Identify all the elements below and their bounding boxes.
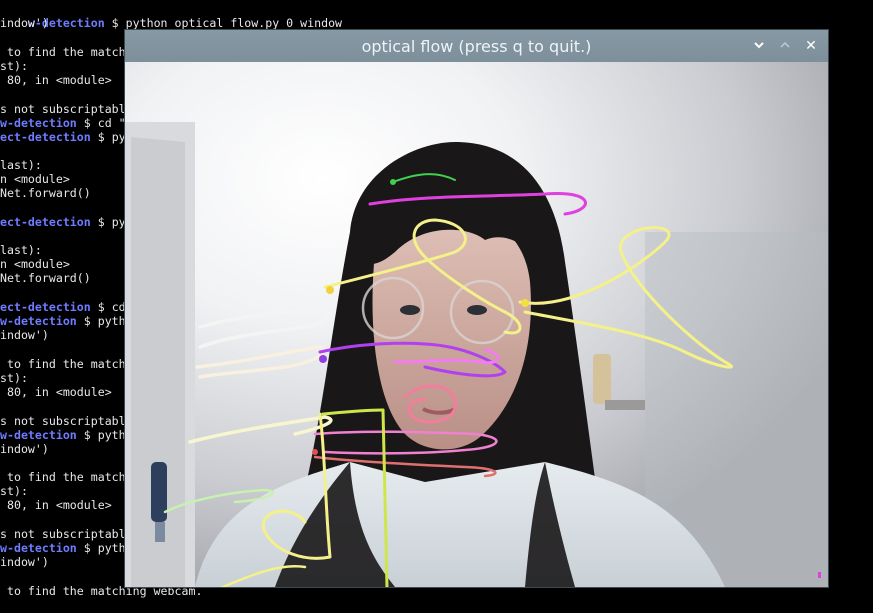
terminal-prompt-path: ect-detection [0, 215, 91, 229]
minimize-button[interactable] [749, 36, 769, 56]
terminal-output-text: n <module> [0, 172, 70, 186]
terminal-output-text: $ cd [90, 300, 126, 314]
window-titlebar[interactable]: optical flow (press q to quit.) ✕ [125, 30, 828, 62]
terminal-line: st): [0, 59, 28, 73]
terminal-prompt-path: w-detection [0, 314, 77, 328]
terminal-line: last): [0, 158, 42, 172]
terminal-line: 80, in <module> [0, 73, 112, 87]
terminal-line: s not subscriptable [0, 102, 133, 116]
terminal-line: 80, in <module> [0, 385, 112, 399]
terminal-output-text: s not subscriptable [0, 414, 133, 428]
terminal-output-text: n <module> [0, 257, 70, 271]
camera-image [125, 62, 828, 587]
optical-flow-window[interactable]: optical flow (press q to quit.) ✕ [125, 30, 828, 587]
terminal-line: w-detection $ pytho [0, 541, 133, 555]
terminal-output-text: Net.forward() [0, 271, 91, 285]
terminal-output-text: last): [0, 158, 42, 172]
chevron-up-icon [775, 41, 795, 49]
terminal-line: indow') [0, 328, 49, 342]
terminal-line: Net.forward() [0, 186, 91, 200]
terminal-output-text: st): [0, 371, 28, 385]
terminal-line: last): [0, 243, 42, 257]
terminal-prompt-path: w-detection [0, 541, 77, 555]
terminal-line: w-detection $ pytho [0, 428, 133, 442]
terminal-output-text: s not subscriptable [0, 527, 133, 541]
terminal-line: indow') [0, 16, 49, 30]
terminal-output-text: st): [0, 59, 28, 73]
terminal-line: s not subscriptable [0, 414, 133, 428]
terminal-prompt-path: ect-detection [0, 300, 91, 314]
close-button[interactable]: ✕ [801, 36, 821, 56]
terminal-output-text: 80, in <module> [0, 385, 112, 399]
terminal-line: st): [0, 371, 28, 385]
terminal-line: Net.forward() [0, 271, 91, 285]
terminal-output-text: s not subscriptable [0, 102, 133, 116]
shelf-bottle [593, 354, 611, 404]
maximize-button[interactable] [775, 36, 795, 56]
terminal-output-text: 80, in <module> [0, 498, 112, 512]
terminal-line: ect-detection $ cd [0, 300, 126, 314]
window-title: optical flow (press q to quit.) [361, 37, 592, 56]
terminal-output-text: indow') [0, 442, 49, 456]
camera-frame [125, 62, 828, 587]
terminal-output-text: Net.forward() [0, 186, 91, 200]
terminal-prompt-path: ect-detection [0, 130, 91, 144]
terminal-output-text: to find the matchi [0, 357, 133, 371]
terminal-output-text: st): [0, 484, 28, 498]
terminal-output-text: indow') [0, 555, 49, 569]
terminal-line: indow') [0, 442, 49, 456]
terminal-output-text: to find the matchi [0, 45, 133, 59]
terminal-line: 80, in <module> [0, 498, 112, 512]
terminal-line: to find the matchi [0, 470, 133, 484]
close-icon: ✕ [805, 38, 817, 54]
terminal-line: to find the matchi [0, 45, 133, 59]
terminal-output-text: indow') [0, 16, 49, 30]
terminal-line: to find the matchi [0, 357, 133, 371]
terminal-line: ect-detection $ pyt [0, 215, 133, 229]
terminal-output-text: indow') [0, 328, 49, 342]
terminal-line: indow') [0, 555, 49, 569]
terminal-line: w-detection $ cd "/ [0, 116, 133, 130]
terminal-output-text: to find the matchi [0, 470, 133, 484]
terminal-line: w-detection $ python optical_flow.py 0 w… [0, 2, 342, 30]
terminal-line: st): [0, 484, 28, 498]
terminal-command: $ python optical_flow.py 0 window [104, 16, 343, 31]
terminal-prompt-path: w-detection [0, 428, 77, 442]
terminal-line: n <module> [0, 172, 70, 186]
terminal-line: s not subscriptable [0, 527, 133, 541]
terminal-prompt-path: w-detection [0, 116, 77, 130]
terminal-line: w-detection $ pytho [0, 314, 133, 328]
terminal-line: n <module> [0, 257, 70, 271]
terminal-output-text: last): [0, 243, 42, 257]
terminal-output-text: 80, in <module> [0, 73, 112, 87]
terminal-line: ect-detection $ pyt [0, 130, 133, 144]
chevron-down-icon [749, 41, 769, 49]
